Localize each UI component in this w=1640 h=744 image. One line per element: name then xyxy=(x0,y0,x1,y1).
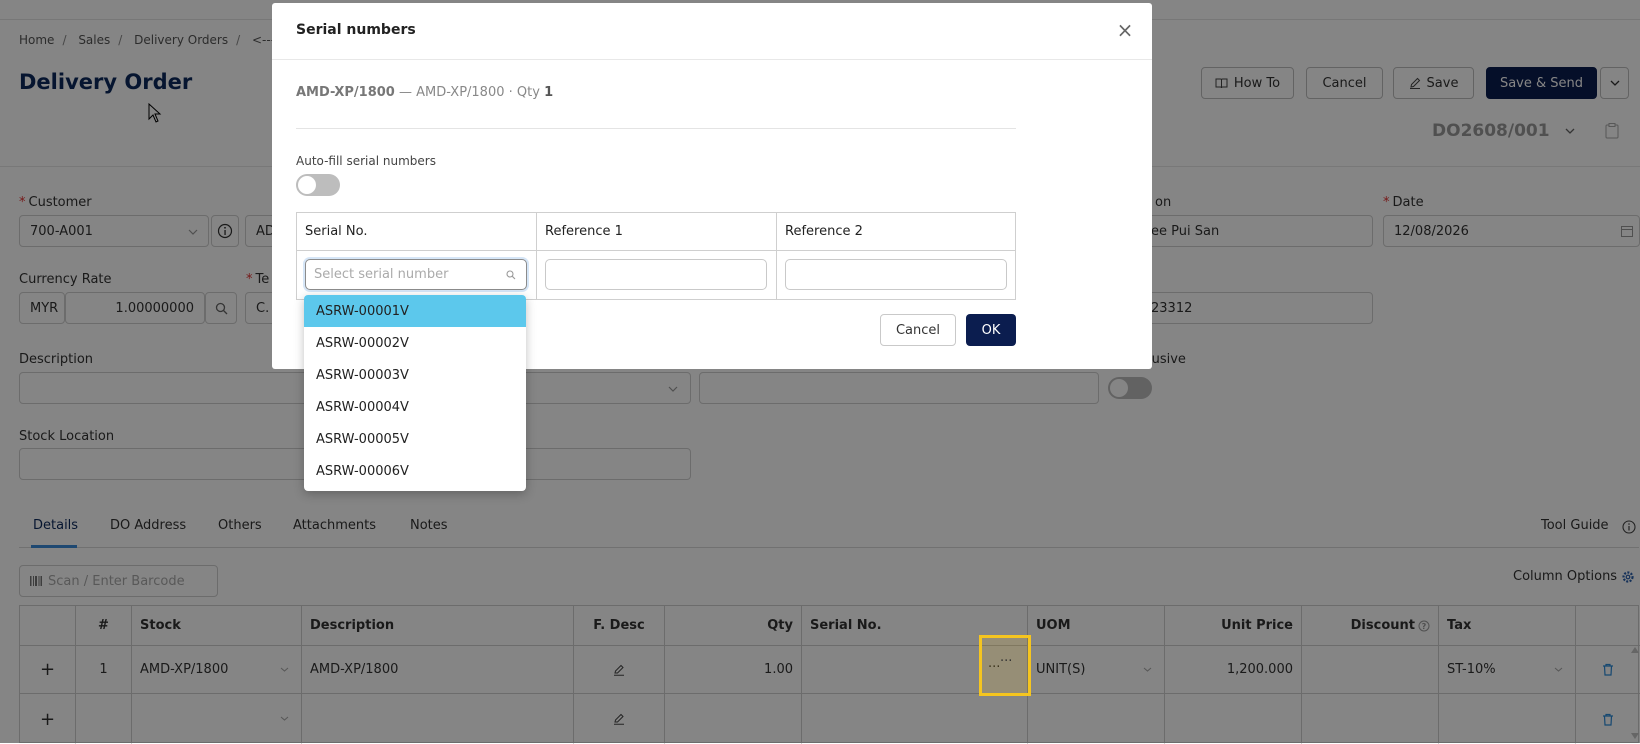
reference2-cell xyxy=(777,251,1015,299)
dialog-ok-button[interactable]: OK xyxy=(966,314,1016,346)
serial-cell: Select serial number xyxy=(297,251,537,299)
serial-button-highlight[interactable]: ··· xyxy=(979,635,1031,696)
serial-option[interactable]: ASRW-00006V xyxy=(304,455,526,487)
search-icon xyxy=(506,270,516,280)
dialog-title: Serial numbers xyxy=(296,22,416,38)
serial-option[interactable]: ASRW-00004V xyxy=(304,391,526,423)
summary-divider xyxy=(296,128,1016,129)
reference1-input[interactable] xyxy=(545,259,767,290)
dialog-cancel-button[interactable]: Cancel xyxy=(880,314,956,346)
item-summary: AMD-XP/1800 — AMD-XP/1800 · Qty 1 xyxy=(296,85,554,100)
dialog-header-divider xyxy=(272,59,1152,60)
scroll-down-icon[interactable] xyxy=(1631,733,1639,739)
serial-header: Serial No. xyxy=(297,213,537,251)
reference2-input[interactable] xyxy=(785,259,1007,290)
close-icon[interactable]: × xyxy=(1116,20,1134,40)
serial-option[interactable]: ASRW-00003V xyxy=(304,359,526,391)
serial-option[interactable]: ASRW-00005V xyxy=(304,423,526,455)
serial-number-select[interactable]: Select serial number xyxy=(305,259,527,290)
serial-table: Serial No. Reference 1 Reference 2 Selec… xyxy=(296,212,1016,300)
serial-option[interactable]: ASRW-00002V xyxy=(304,327,526,359)
serial-number-dropdown: ASRW-00001V ASRW-00002V ASRW-00003V ASRW… xyxy=(304,295,526,491)
serial-option[interactable]: ASRW-00001V xyxy=(304,295,526,327)
reference1-header: Reference 1 xyxy=(537,213,777,251)
reference2-header: Reference 2 xyxy=(777,213,1015,251)
reference1-cell xyxy=(537,251,777,299)
serial-more-icon: ··· xyxy=(1000,654,1013,669)
scroll-up-icon[interactable] xyxy=(1631,647,1639,653)
autofill-toggle[interactable] xyxy=(296,174,340,196)
autofill-label: Auto-fill serial numbers xyxy=(296,154,436,168)
